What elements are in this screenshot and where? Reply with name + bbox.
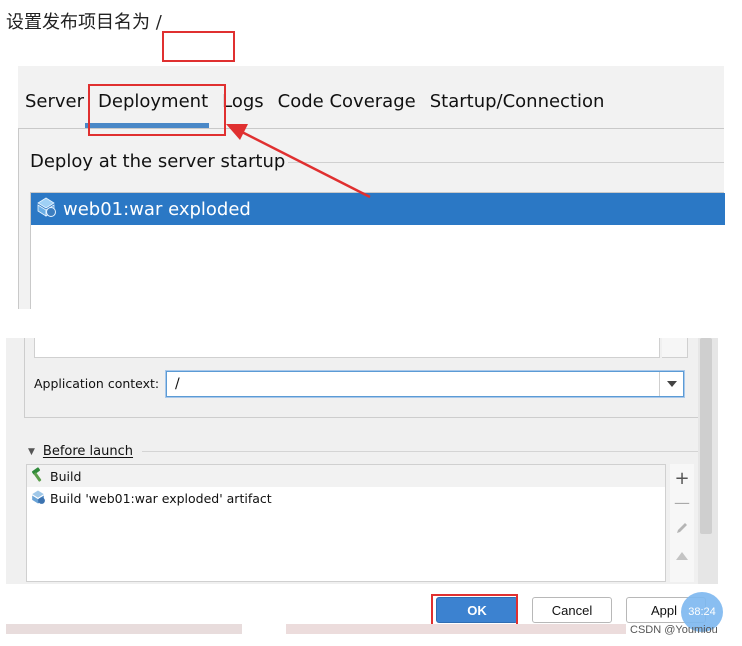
before-launch-header[interactable]: ▼ Before launch xyxy=(28,444,133,459)
application-context-label: Application context: xyxy=(34,376,160,391)
application-context-input[interactable]: / xyxy=(166,371,684,397)
list-item[interactable]: Build xyxy=(27,465,665,487)
application-context-value: / xyxy=(175,376,180,392)
deploy-list-bottom xyxy=(34,338,660,358)
list-item-label: Build 'web01:war exploded' artifact xyxy=(50,490,272,506)
deploy-item-label: web01:war exploded xyxy=(63,198,251,220)
before-launch-title: Before launch xyxy=(42,444,134,459)
run-config-bottom: Application context: / ▼ Before launch B… xyxy=(6,338,718,584)
list-item-label: Build xyxy=(50,468,82,484)
highlight-box-deployment-tab xyxy=(88,84,226,136)
move-up-icon[interactable] xyxy=(670,544,694,568)
highlight-box-context xyxy=(162,31,235,62)
section-divider xyxy=(288,162,724,163)
tab-startup-connection[interactable]: Startup/Connection xyxy=(423,88,612,118)
deploy-list-toolbar xyxy=(662,338,688,358)
add-icon[interactable]: + xyxy=(670,466,694,490)
panel-border xyxy=(18,128,19,309)
caption: 设置发布项目名为 / xyxy=(6,12,162,33)
artifact-icon xyxy=(35,196,57,223)
before-launch-list[interactable]: Build Build 'web01:war exploded' artifac… xyxy=(26,464,666,582)
artifact-icon xyxy=(30,489,46,508)
edit-icon[interactable] xyxy=(670,516,694,540)
watermark: CSDN @Youmiou xyxy=(630,624,718,636)
dropdown-button[interactable] xyxy=(659,372,683,396)
tab-server[interactable]: Server xyxy=(18,88,91,118)
deploy-list[interactable]: web01:war exploded xyxy=(30,192,725,309)
before-launch-toolbar: + — xyxy=(670,464,694,582)
deploy-section-title: Deploy at the server startup xyxy=(30,151,286,172)
background-strip xyxy=(6,624,242,634)
collapse-triangle-icon: ▼ xyxy=(28,446,35,457)
list-item[interactable]: Build 'web01:war exploded' artifact xyxy=(27,487,665,509)
section-divider xyxy=(142,451,698,452)
background-strip xyxy=(286,624,626,634)
scrollbar-thumb[interactable] xyxy=(700,338,712,534)
deploy-list-item[interactable]: web01:war exploded xyxy=(31,193,725,225)
hammer-icon xyxy=(30,466,46,486)
chevron-down-icon xyxy=(666,381,677,387)
tab-code-coverage[interactable]: Code Coverage xyxy=(271,88,423,118)
cancel-button[interactable]: Cancel xyxy=(532,597,612,623)
highlight-box-ok xyxy=(431,594,518,628)
remove-icon[interactable]: — xyxy=(670,490,694,514)
